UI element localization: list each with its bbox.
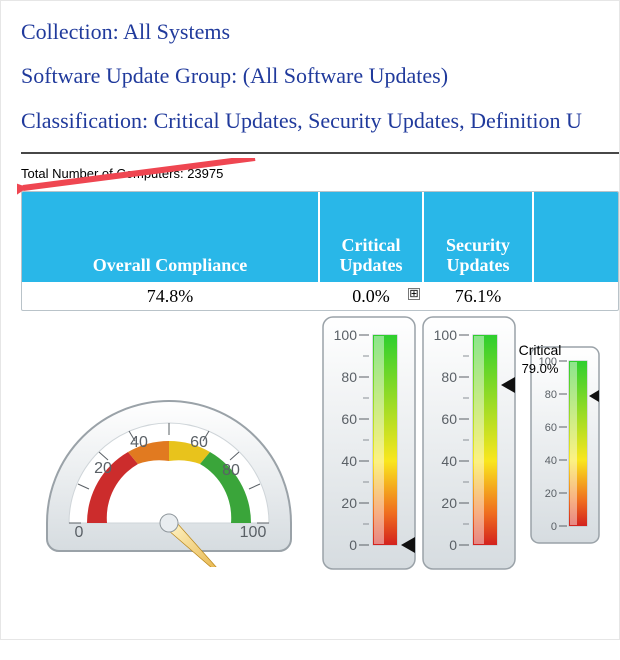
collection-line: Collection: All Systems [21,19,619,45]
svg-text:60: 60 [545,422,557,434]
val-security: ⊞ 76.1% [424,284,534,310]
table-value-row: 74.8% 0.0% ⊞ 76.1% [22,284,618,310]
svg-text:100: 100 [240,524,267,541]
collection-value: All Systems [123,19,230,44]
table-header-row: Overall Compliance Critical Updates Secu… [22,192,618,284]
divider [21,152,619,154]
right-critical-label: Critical [505,342,575,358]
svg-text:80: 80 [341,369,357,385]
sug-label: Software Update Group: [21,63,237,88]
sug-line: Software Update Group: (All Software Upd… [21,63,619,89]
svg-text:0: 0 [551,521,557,533]
class-label: Classification: [21,108,148,133]
col-security: Security Updates [424,192,534,282]
report-body: Collection: All Systems Software Update … [0,0,620,640]
gauge-security: 100 80 60 40 20 0 [421,315,517,571]
svg-text:80: 80 [545,389,557,401]
svg-text:0: 0 [75,524,84,541]
class-value: Critical Updates, Security Updates, Defi… [154,108,582,133]
svg-text:20: 20 [545,488,557,500]
svg-text:80: 80 [222,462,240,479]
collection-label: Collection: [21,19,119,44]
sug-value: (All Software Updates) [243,63,448,88]
col-overall: Overall Compliance [22,192,320,282]
svg-text:100: 100 [334,327,358,343]
svg-text:20: 20 [441,495,457,511]
compliance-table: Overall Compliance Critical Updates Secu… [21,191,619,311]
svg-text:40: 40 [130,434,148,451]
total-label: Total Number of Computers: [21,166,184,181]
svg-text:0: 0 [449,537,457,553]
expand-icon[interactable]: ⊞ [408,288,420,300]
class-line: Classification: Critical Updates, Securi… [21,108,619,134]
svg-text:60: 60 [341,411,357,427]
col-critical: Critical Updates [320,192,424,282]
svg-text:0: 0 [349,537,357,553]
val-security-text: 76.1% [455,286,502,307]
svg-text:100: 100 [434,327,458,343]
svg-text:20: 20 [94,460,112,477]
gauge-critical: 100 80 60 40 20 0 [321,315,417,571]
gauge-overall: 0 20 40 60 80 100 [21,337,319,567]
svg-text:20: 20 [341,495,357,511]
svg-text:40: 40 [341,453,357,469]
svg-text:40: 40 [545,455,557,467]
svg-text:40: 40 [441,453,457,469]
col-last [534,192,618,282]
svg-text:80: 80 [441,369,457,385]
total-computers: Total Number of Computers: 23975 [21,166,619,181]
svg-text:60: 60 [441,411,457,427]
val-overall: 74.8% [22,284,320,310]
right-critical-pct: 79.0% [505,361,575,376]
total-value: 23975 [187,166,223,181]
val-last [534,284,618,310]
